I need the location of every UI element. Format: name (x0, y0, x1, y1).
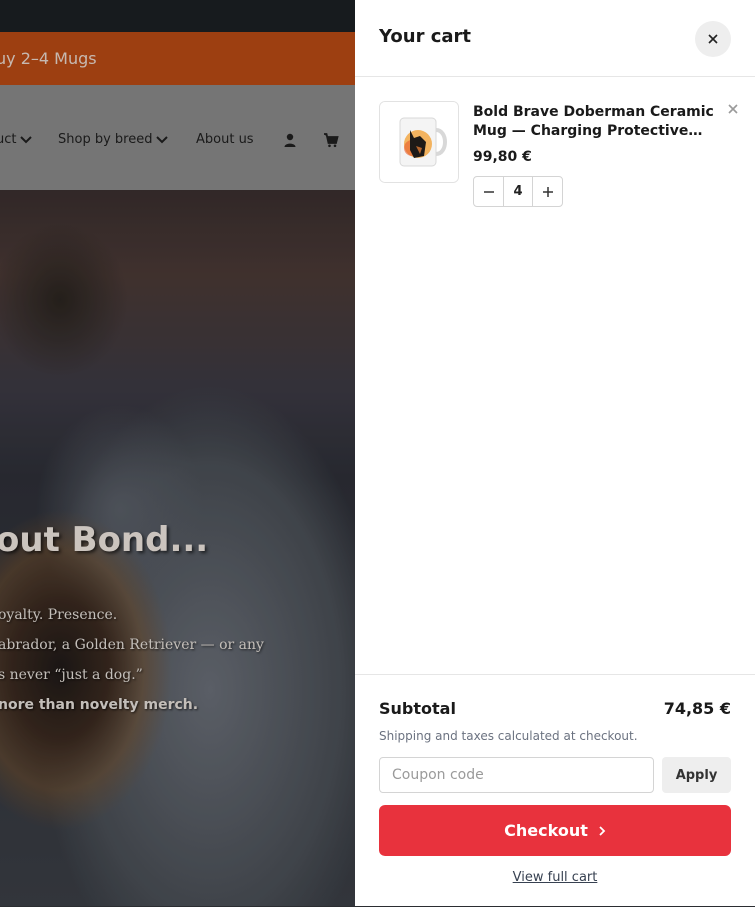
cart-drawer: Your cart Bold Brave Doberman Ceramic Mu… (355, 0, 755, 906)
checkout-button[interactable]: Checkout (379, 805, 731, 856)
subtotal-label: Subtotal (379, 699, 456, 718)
plus-icon (542, 186, 553, 197)
product-name[interactable]: Bold Brave Doberman Ceramic Mug — Chargi… (473, 103, 718, 141)
view-full-cart-link[interactable]: View full cart (355, 870, 755, 885)
increase-quantity-button[interactable] (533, 177, 562, 206)
minus-icon (483, 190, 494, 193)
quantity-stepper: 4 (473, 176, 563, 207)
remove-item-icon[interactable] (725, 101, 741, 117)
close-icon (708, 34, 718, 44)
checkout-label: Checkout (504, 821, 588, 840)
product-price: 99,80 € (473, 149, 532, 165)
decrease-quantity-button[interactable] (474, 177, 503, 206)
cart-footer: Subtotal 74,85 € Shipping and taxes calc… (355, 674, 755, 907)
subtotal-value: 74,85 € (663, 699, 731, 718)
doberman-mug-image (380, 102, 458, 182)
coupon-input[interactable] (379, 757, 654, 793)
apply-coupon-button[interactable]: Apply (662, 757, 731, 793)
quantity-value[interactable]: 4 (503, 177, 533, 206)
close-cart-button[interactable] (695, 21, 731, 57)
cart-title: Your cart (379, 26, 472, 47)
product-thumbnail[interactable] (379, 101, 459, 183)
cart-header: Your cart (355, 0, 755, 77)
shipping-note: Shipping and taxes calculated at checkou… (379, 729, 638, 743)
chevron-right-icon (599, 825, 606, 836)
